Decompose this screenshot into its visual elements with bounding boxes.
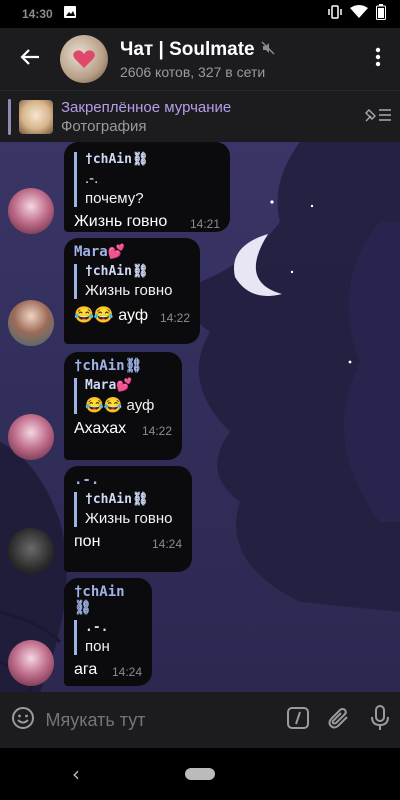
- reply-sender-name: †chAin⛓: [85, 264, 149, 279]
- emoji-icon: [11, 706, 35, 734]
- message-time: 14:22: [141, 424, 172, 438]
- pinned-subtitle: Фотография: [61, 117, 147, 135]
- message-text: Жизнь говно: [74, 213, 168, 230]
- status-bar: 14:30: [0, 0, 400, 28]
- chat-header: Чат | Soulmate 2606 котов, 327 в сети: [0, 28, 400, 90]
- reply-quote[interactable]: Mara💕 😂😂 ауф: [74, 378, 172, 414]
- pinned-indicator: [8, 98, 11, 135]
- message-input-bar: [0, 692, 400, 748]
- message-time: 14:24: [151, 537, 182, 551]
- back-button[interactable]: [0, 28, 60, 90]
- message-text: Ахахах: [74, 420, 127, 437]
- sender-avatar[interactable]: [8, 188, 54, 234]
- chat-info[interactable]: Чат | Soulmate 2606 котов, 327 в сети: [120, 39, 356, 80]
- chat-member-count: 2606 котов, 327 в сети: [120, 63, 266, 80]
- emoji-button[interactable]: [0, 692, 46, 748]
- bot-commands-button[interactable]: [278, 692, 319, 748]
- voice-record-button[interactable]: [359, 692, 400, 748]
- reply-quote[interactable]: †chAin⛓ Жизнь говно: [74, 264, 190, 299]
- pinned-title: Закреплённое мурчание: [61, 98, 232, 116]
- message-bubble[interactable]: †chAin⛓ .-. пон ага 14:24: [64, 578, 152, 686]
- muted-speaker-icon: [261, 39, 275, 61]
- pinned-photo-thumbnail: [19, 99, 53, 134]
- more-menu-button[interactable]: [356, 28, 400, 90]
- message-bubble[interactable]: †chAin⛓ .-. почему? Жизнь говно 14:21: [64, 142, 230, 232]
- reply-text: Жизнь говно: [85, 282, 173, 299]
- unpin-button[interactable]: [356, 91, 400, 143]
- sender-avatar[interactable]: [8, 300, 54, 346]
- reply-text-line: почему?: [85, 190, 144, 207]
- sender-name[interactable]: Mara💕: [74, 244, 190, 260]
- message-bubble[interactable]: †chAin⛓ Mara💕 😂😂 ауф Ахахах 14:22: [64, 352, 182, 460]
- reply-text: пон: [85, 638, 110, 655]
- paperclip-icon: [327, 706, 351, 734]
- sender-avatar[interactable]: [8, 640, 54, 686]
- chat-avatar[interactable]: [60, 35, 108, 83]
- message-text: пон: [74, 533, 101, 550]
- more-vertical-icon: [375, 47, 381, 71]
- reply-quote[interactable]: †chAin⛓ .-. почему?: [74, 152, 220, 207]
- sender-name[interactable]: †chAin⛓: [74, 584, 142, 616]
- status-time: 14:30: [22, 7, 53, 21]
- reply-quote[interactable]: †chAin⛓ Жизнь говно: [74, 492, 182, 527]
- image-notification-icon: [63, 5, 77, 23]
- chat-history[interactable]: †chAin⛓ .-. почему? Жизнь говно 14:21 Ma…: [0, 142, 400, 692]
- reply-text: .-.: [85, 170, 99, 187]
- sender-name[interactable]: †chAin⛓: [74, 358, 172, 374]
- wifi-icon: [350, 5, 368, 23]
- vibrate-icon: [328, 4, 342, 24]
- system-navigation-bar: ‹: [0, 748, 400, 800]
- message-time: 14:24: [111, 665, 142, 679]
- message-time: 14:22: [159, 311, 190, 325]
- reply-text: Жизнь говно: [85, 510, 173, 527]
- sender-avatar[interactable]: [8, 414, 54, 460]
- unpin-icon: [363, 106, 393, 128]
- nav-back-icon[interactable]: ‹: [72, 762, 80, 786]
- slash-command-icon: [286, 706, 310, 734]
- message-bubble[interactable]: .-. †chAin⛓ Жизнь говно пон 14:24: [64, 466, 192, 572]
- battery-icon: [376, 4, 386, 24]
- attach-button[interactable]: [318, 692, 359, 748]
- microphone-icon: [370, 705, 390, 735]
- reply-sender-name: .-.: [85, 620, 109, 635]
- message-input[interactable]: [45, 692, 278, 748]
- arrow-left-icon: [20, 48, 40, 70]
- sender-name[interactable]: .-.: [74, 472, 182, 488]
- home-pill[interactable]: [185, 768, 215, 780]
- message-time: 14:21: [189, 217, 220, 231]
- message-bubble[interactable]: Mara💕 †chAin⛓ Жизнь говно 😂😂 ауф 14:22: [64, 238, 200, 344]
- reply-text: 😂😂 ауф: [85, 397, 155, 414]
- chat-title: Чат | Soulmate: [120, 38, 255, 60]
- sender-avatar[interactable]: [8, 528, 54, 574]
- reply-sender-name: Mara💕: [85, 378, 133, 393]
- message-text: ага: [74, 661, 98, 678]
- pinned-message-bar[interactable]: Закреплённое мурчание Фотография: [0, 90, 400, 142]
- reply-sender-name: †chAin⛓: [85, 492, 149, 507]
- message-text: 😂😂 ауф: [74, 307, 148, 324]
- reply-quote[interactable]: .-. пон: [74, 620, 142, 655]
- reply-sender-name: †chAin⛓: [85, 152, 149, 167]
